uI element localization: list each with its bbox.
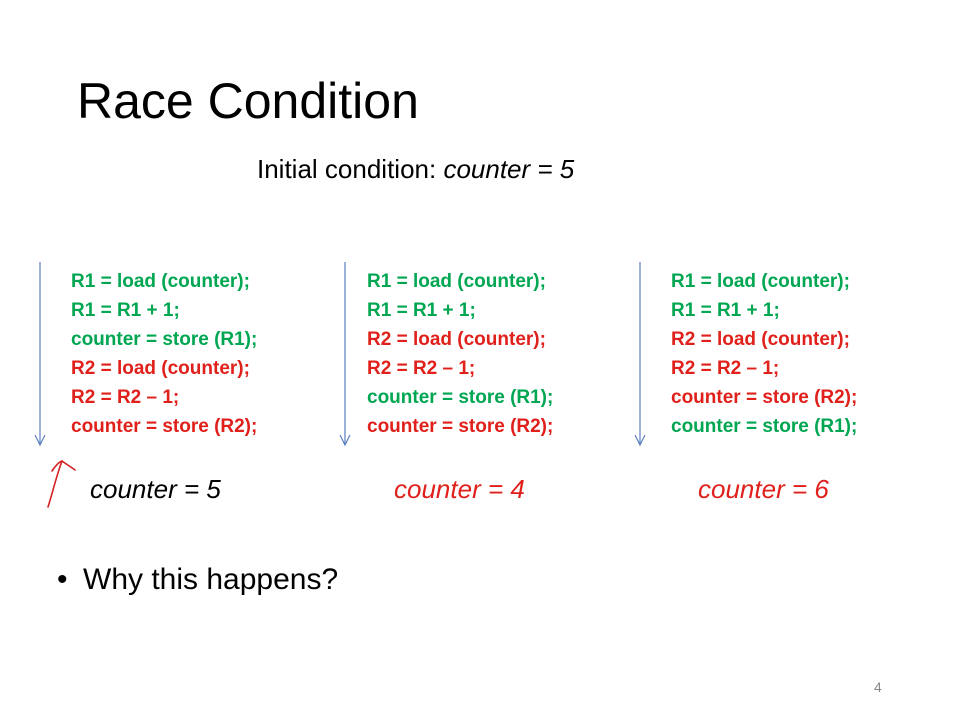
code-line: R2 = load (counter);	[671, 329, 850, 350]
code-line: R1 = load (counter);	[71, 271, 250, 292]
slide-title: Race Condition	[77, 73, 419, 129]
handwritten-arrow-icon	[47, 460, 76, 508]
code-line: R1 = load (counter);	[367, 271, 546, 292]
page-number: 4	[874, 679, 882, 695]
timeline-arrow-icon	[339, 262, 351, 447]
code-line: counter = store (R2);	[671, 387, 858, 408]
code-line: counter = store (R1);	[71, 329, 258, 350]
initial-condition-label: Initial condition:	[257, 154, 444, 184]
bullet-text: Why this happens?	[83, 563, 339, 596]
code-block-3: R1 = load (counter); R1 = R1 + 1; R2 = l…	[671, 267, 857, 441]
code-line: R2 = load (counter);	[367, 329, 546, 350]
code-line: counter = store (R1);	[671, 416, 858, 437]
code-line: R2 = load (counter);	[71, 358, 250, 379]
code-block-1: R1 = load (counter); R1 = R1 + 1; counte…	[71, 267, 257, 441]
slide: Race Condition Initial condition: counte…	[0, 0, 960, 720]
code-line: R2 = R2 – 1;	[367, 358, 476, 379]
timeline-arrow-icon	[634, 262, 646, 447]
code-line: R1 = R1 + 1;	[367, 300, 476, 321]
initial-condition-value: counter = 5	[443, 154, 575, 184]
result-2: counter = 4	[394, 474, 525, 504]
code-line: counter = store (R1);	[367, 387, 554, 408]
code-line: R1 = load (counter);	[671, 271, 850, 292]
code-line: R1 = R1 + 1;	[71, 300, 180, 321]
code-line: R1 = R1 + 1;	[671, 300, 780, 321]
initial-condition: Initial condition: counter = 5	[257, 154, 574, 185]
code-line: counter = store (R2);	[367, 416, 554, 437]
timeline-arrow-icon	[34, 262, 46, 447]
code-line: R2 = R2 – 1;	[671, 358, 780, 379]
code-line: counter = store (R2);	[71, 416, 258, 437]
bullet-icon: •	[57, 563, 68, 596]
code-block-2: R1 = load (counter); R1 = R1 + 1; R2 = l…	[367, 267, 553, 441]
result-1: counter = 5	[90, 474, 221, 504]
result-3: counter = 6	[698, 474, 829, 504]
bullet-point: • Why this happens?	[57, 563, 338, 597]
code-line: R2 = R2 – 1;	[71, 387, 180, 408]
